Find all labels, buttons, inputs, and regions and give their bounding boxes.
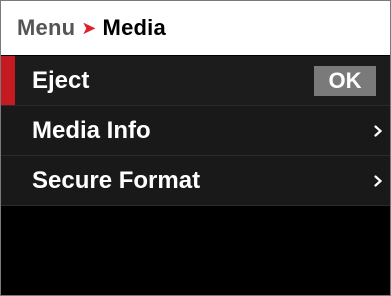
chevron-right-icon [374, 125, 382, 137]
menu-item-media-info[interactable]: Media Info [1, 106, 390, 156]
breadcrumb: Menu ➤ Media [1, 1, 390, 55]
camera-menu-screen: Menu ➤ Media Eject OK Media Info Secure … [0, 0, 391, 296]
menu-list: Eject OK Media Info Secure Format [1, 56, 390, 206]
ok-button[interactable]: OK [314, 66, 376, 96]
menu-item-label: Eject [32, 66, 90, 94]
page-title: Media [102, 15, 166, 40]
menu-item-secure-format[interactable]: Secure Format [1, 156, 390, 206]
selection-indicator [1, 56, 15, 105]
chevron-right-icon [374, 175, 382, 187]
menu-item-eject[interactable]: Eject OK [1, 56, 390, 106]
breadcrumb-root[interactable]: Menu [17, 15, 75, 41]
chevron-right-red-icon: ➤ [81, 17, 97, 38]
menu-item-label: Secure Format [32, 166, 201, 194]
menu-item-label: Media Info [32, 116, 151, 144]
